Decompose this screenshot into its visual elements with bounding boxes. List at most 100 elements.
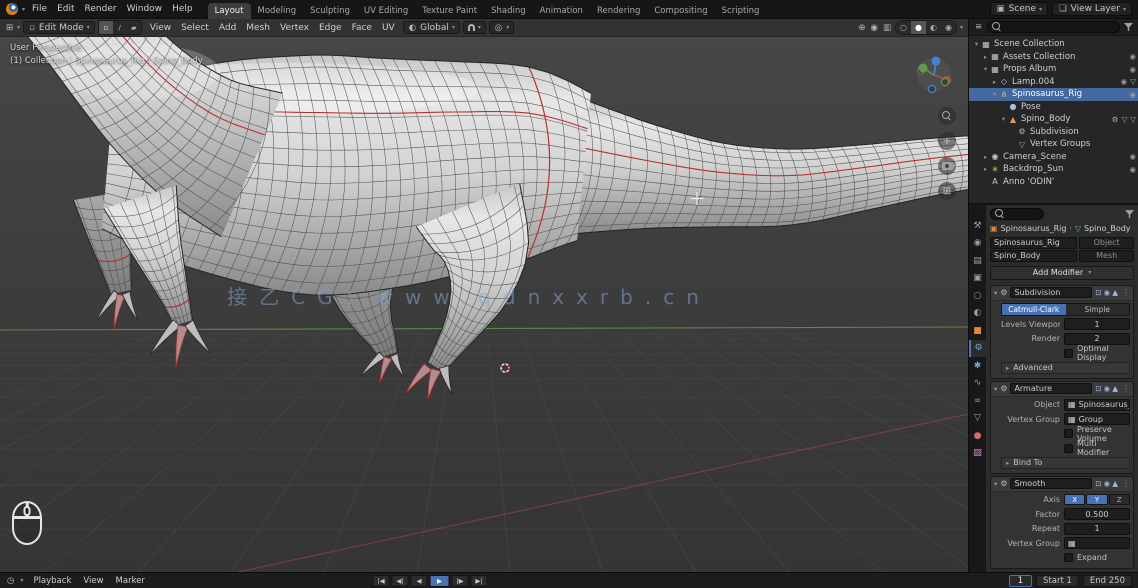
viewport-menu-uv[interactable]: UV xyxy=(377,21,400,35)
value-field-factor[interactable]: 0.500 xyxy=(1064,508,1130,520)
eye-icon[interactable]: ◉ xyxy=(1129,90,1136,99)
properties-tab-particles[interactable]: ✱ xyxy=(969,357,986,375)
outliner-row-lamp-004[interactable]: ▸◇Lamp.004◉▽ xyxy=(969,76,1138,89)
display-render-icon[interactable]: ◉ xyxy=(1104,288,1111,297)
add-modifier-button[interactable]: Add Modifier ▾ xyxy=(990,266,1134,280)
disclosure-icon[interactable]: ▾ xyxy=(999,115,1008,123)
properties-tab-modifiers[interactable]: ⚙ xyxy=(969,340,986,358)
breadcrumb-item[interactable]: Spino_Body xyxy=(1084,224,1131,233)
properties-tab-physics[interactable]: ∿ xyxy=(969,375,986,393)
modifier-header[interactable]: ▾⚙Smooth⊡◉▲⋮ xyxy=(991,477,1133,492)
properties-tab-object[interactable]: ■ xyxy=(969,322,986,340)
display-viewport-icon[interactable]: ⊡ xyxy=(1095,384,1101,393)
viewport-menu-edge[interactable]: Edge xyxy=(314,21,347,35)
outliner-row-pose[interactable]: ●Pose xyxy=(969,101,1138,114)
properties-tab-material[interactable]: ● xyxy=(969,427,986,445)
axis-toggle-x[interactable]: X xyxy=(1064,494,1085,505)
viewport-3d[interactable]: ⊞ ▾ ▫ Edit Mode ▾ ▫∕▰ ViewSelectAddMeshV… xyxy=(0,19,968,572)
show-overlays-icon[interactable]: ◉ xyxy=(870,23,879,33)
outliner-row-props-album[interactable]: ▾▦Props Album◉ xyxy=(969,63,1138,76)
viewport-menu-mesh[interactable]: Mesh xyxy=(241,21,275,35)
workspace-tab-scripting[interactable]: Scripting xyxy=(715,3,767,19)
properties-tab-view-layer[interactable]: ▣ xyxy=(969,270,986,288)
id-name-field[interactable]: Spino_Body xyxy=(990,250,1077,262)
next-keyframe-button[interactable]: |▶ xyxy=(452,575,469,587)
filter-icon[interactable] xyxy=(1125,210,1134,218)
workspace-tab-modeling[interactable]: Modeling xyxy=(251,3,304,19)
viewport-menu-vertex[interactable]: Vertex xyxy=(275,21,314,35)
timeline-menu-playback[interactable]: Playback xyxy=(28,574,76,588)
outliner-row-assets-collection[interactable]: ▸▦Assets Collection◉ xyxy=(969,51,1138,64)
workspace-tab-uv-editing[interactable]: UV Editing xyxy=(357,3,415,19)
zoom-tool-button[interactable] xyxy=(938,107,956,125)
scene-selector[interactable]: ▣ Scene ▾ xyxy=(990,2,1049,16)
extras-menu-icon[interactable]: ⋮ xyxy=(1121,288,1130,297)
display-editmode-icon[interactable]: ▲ xyxy=(1112,384,1118,393)
value-field-render[interactable]: 2 xyxy=(1064,333,1130,345)
editor-type-caret-icon[interactable]: ▾ xyxy=(17,24,20,31)
checkbox-preserve-volume[interactable] xyxy=(1064,429,1073,438)
display-viewport-icon[interactable]: ⊡ xyxy=(1095,288,1101,297)
disclosure-icon[interactable]: ▸ xyxy=(981,165,990,173)
menu-help[interactable]: Help xyxy=(167,2,198,16)
properties-tab-render[interactable]: ◉ xyxy=(969,235,986,253)
play-reverse-button[interactable]: ◀ xyxy=(411,575,428,587)
face-select-mode-button[interactable]: ▰ xyxy=(127,21,141,34)
properties-tab-tool[interactable]: ⚒ xyxy=(969,217,986,235)
outliner-row-spino-body[interactable]: ▾▲Spino_Body⚙▽▽ xyxy=(969,113,1138,126)
mesh-data-icon[interactable]: ▽ xyxy=(1130,77,1136,86)
properties-search-input[interactable] xyxy=(990,208,1044,220)
workspace-tab-rendering[interactable]: Rendering xyxy=(590,3,647,19)
extras-menu-icon[interactable]: ⋮ xyxy=(1121,384,1130,393)
extras-menu-icon[interactable]: ⋮ xyxy=(1121,479,1130,488)
eye-icon[interactable]: ◉ xyxy=(1129,165,1136,174)
axis-toggle-y[interactable]: Y xyxy=(1086,494,1107,505)
disclosure-icon[interactable]: ▸ xyxy=(981,153,990,161)
picker-field-object[interactable]: ▦Spinosaurus_Rig xyxy=(1064,399,1130,411)
viewport-canvas[interactable] xyxy=(0,37,968,572)
shading-wireframe-button[interactable]: ○ xyxy=(896,21,911,34)
outliner-row-backdrop-sun[interactable]: ▸✳Backdrop_Sun◉ xyxy=(969,163,1138,176)
filter-icon[interactable] xyxy=(1124,23,1133,31)
edge-select-mode-button[interactable]: ∕ xyxy=(113,21,127,34)
shading-solid-button[interactable]: ● xyxy=(911,21,926,34)
menu-edit[interactable]: Edit xyxy=(52,2,79,16)
prev-keyframe-button[interactable]: ◀| xyxy=(392,575,409,587)
perspective-toggle-button[interactable]: ⊞ xyxy=(938,182,956,200)
viewport-menu-select[interactable]: Select xyxy=(176,21,214,35)
shading-rendered-button[interactable]: ◉ xyxy=(941,21,956,34)
app-menu-caret-icon[interactable]: ▾ xyxy=(22,6,25,13)
segment-catmull-clark[interactable]: Catmull-Clark xyxy=(1002,304,1066,315)
properties-tab-output[interactable]: ▤ xyxy=(969,252,986,270)
outliner-row-scene-collection[interactable]: ▾▦Scene Collection xyxy=(969,38,1138,51)
display-editmode-icon[interactable]: ▲ xyxy=(1112,479,1118,488)
outliner-row-camera-scene[interactable]: ▸◉Camera_Scene◉ xyxy=(969,151,1138,164)
modifier-header[interactable]: ▾⚙Armature⊡◉▲⋮ xyxy=(991,382,1133,397)
proportional-editing-dropdown[interactable]: ◎ ▾ xyxy=(489,21,514,34)
axis-toggle-z[interactable]: Z xyxy=(1109,494,1130,505)
workspace-tab-sculpting[interactable]: Sculpting xyxy=(303,3,357,19)
eye-icon[interactable]: ◉ xyxy=(1129,152,1136,161)
eye-icon[interactable]: ◉ xyxy=(1121,77,1128,86)
value-field-repeat[interactable]: 1 xyxy=(1064,523,1130,535)
viewport-menu-view[interactable]: View xyxy=(145,21,176,35)
disclosure-icon[interactable]: ▾ xyxy=(981,65,990,73)
outliner-display-mode-icon[interactable]: ≡ xyxy=(974,22,983,32)
viewport-menu-add[interactable]: Add xyxy=(214,21,241,35)
outliner-search-input[interactable] xyxy=(987,21,1120,33)
workspace-tab-layout[interactable]: Layout xyxy=(208,3,251,19)
editor-type-caret-icon[interactable]: ▾ xyxy=(20,577,23,584)
mode-dropdown[interactable]: ▫ Edit Mode ▾ xyxy=(23,21,95,34)
frame-start-field[interactable]: Start 1 xyxy=(1036,575,1079,587)
shading-options-caret-icon[interactable]: ▾ xyxy=(960,24,963,31)
play-button[interactable]: ▶ xyxy=(430,575,450,587)
vgroup-icon[interactable]: ▽ xyxy=(1121,115,1127,124)
picker-field-vertex-group[interactable]: ▦ xyxy=(1064,537,1130,549)
disclosure-icon[interactable]: ▸ xyxy=(981,53,990,61)
workspace-tab-animation[interactable]: Animation xyxy=(533,3,590,19)
shading-material-button[interactable]: ◐ xyxy=(926,21,941,34)
xray-toggle-icon[interactable]: ▥ xyxy=(882,23,892,33)
menu-window[interactable]: Window xyxy=(122,2,168,16)
timeline-editor-icon[interactable]: ◷ xyxy=(6,576,15,586)
menu-file[interactable]: File xyxy=(27,2,52,16)
